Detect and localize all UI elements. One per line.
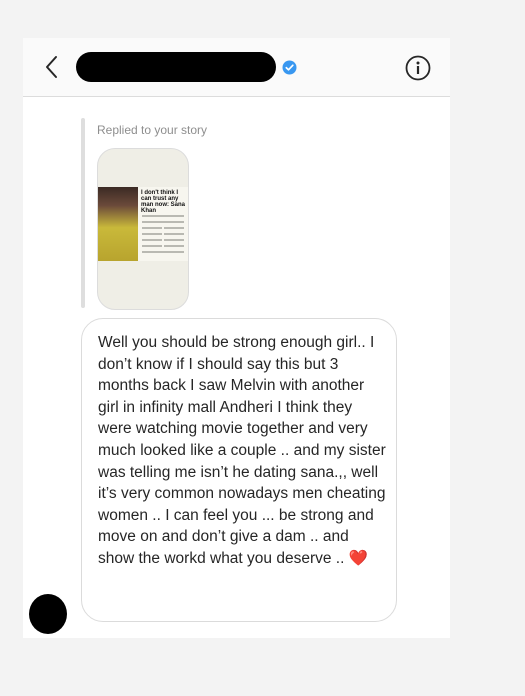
message-bubble[interactable]: Well you should be strong enough girl.. … (81, 318, 397, 622)
text-line (164, 233, 184, 235)
text-line (142, 215, 184, 217)
verified-badge-icon (282, 60, 297, 75)
text-line (142, 227, 162, 229)
text-line (164, 245, 184, 247)
text-line (164, 227, 184, 229)
story-photo (98, 187, 138, 261)
back-button[interactable] (41, 54, 65, 80)
text-line (142, 239, 162, 241)
message-text: Well you should be strong enough girl.. … (98, 332, 388, 570)
story-thumbnail[interactable]: I don't think I can trust any man now: S… (97, 148, 189, 310)
avatar[interactable] (29, 594, 67, 634)
replied-to-story-label: Replied to your story (97, 123, 208, 137)
text-line (142, 221, 184, 223)
chat-screen: i Replied to your story I don't think I … (23, 38, 450, 638)
story-headline: I don't think I can trust any man now: S… (141, 190, 186, 214)
username-visible-letter: i (268, 60, 273, 77)
username[interactable]: i (76, 50, 282, 84)
chat-header: i (23, 38, 450, 97)
text-line (142, 245, 162, 247)
text-line (142, 251, 184, 253)
redacted-username (76, 52, 276, 82)
reply-quote-bar (81, 118, 85, 308)
text-line (142, 233, 162, 235)
chevron-left-icon (46, 56, 57, 78)
heart-emoji: ❤️ (348, 549, 369, 567)
message-body: Well you should be strong enough girl.. … (98, 334, 386, 567)
info-button[interactable] (405, 55, 431, 81)
info-icon (405, 55, 431, 81)
text-line (164, 239, 184, 241)
